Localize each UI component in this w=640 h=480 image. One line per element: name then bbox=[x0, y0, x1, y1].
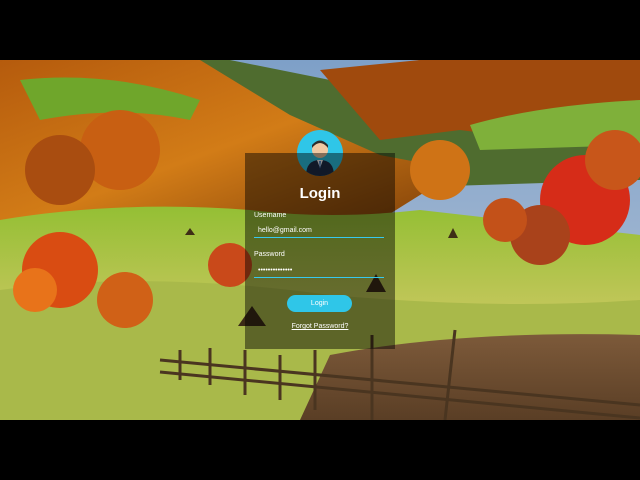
login-title: Login bbox=[299, 185, 341, 202]
login-button[interactable]: Login bbox=[287, 295, 352, 312]
password-label: Password bbox=[254, 251, 285, 258]
password-input[interactable]: •••••••••••••• bbox=[254, 264, 384, 278]
login-card: Login Username hello@gmail.com Password … bbox=[245, 153, 395, 349]
username-input[interactable]: hello@gmail.com bbox=[254, 224, 384, 238]
app-screen: Login Username hello@gmail.com Password … bbox=[0, 60, 640, 420]
username-label: Username bbox=[254, 212, 287, 219]
forgot-password-link[interactable]: Forgot Password? bbox=[245, 323, 395, 330]
